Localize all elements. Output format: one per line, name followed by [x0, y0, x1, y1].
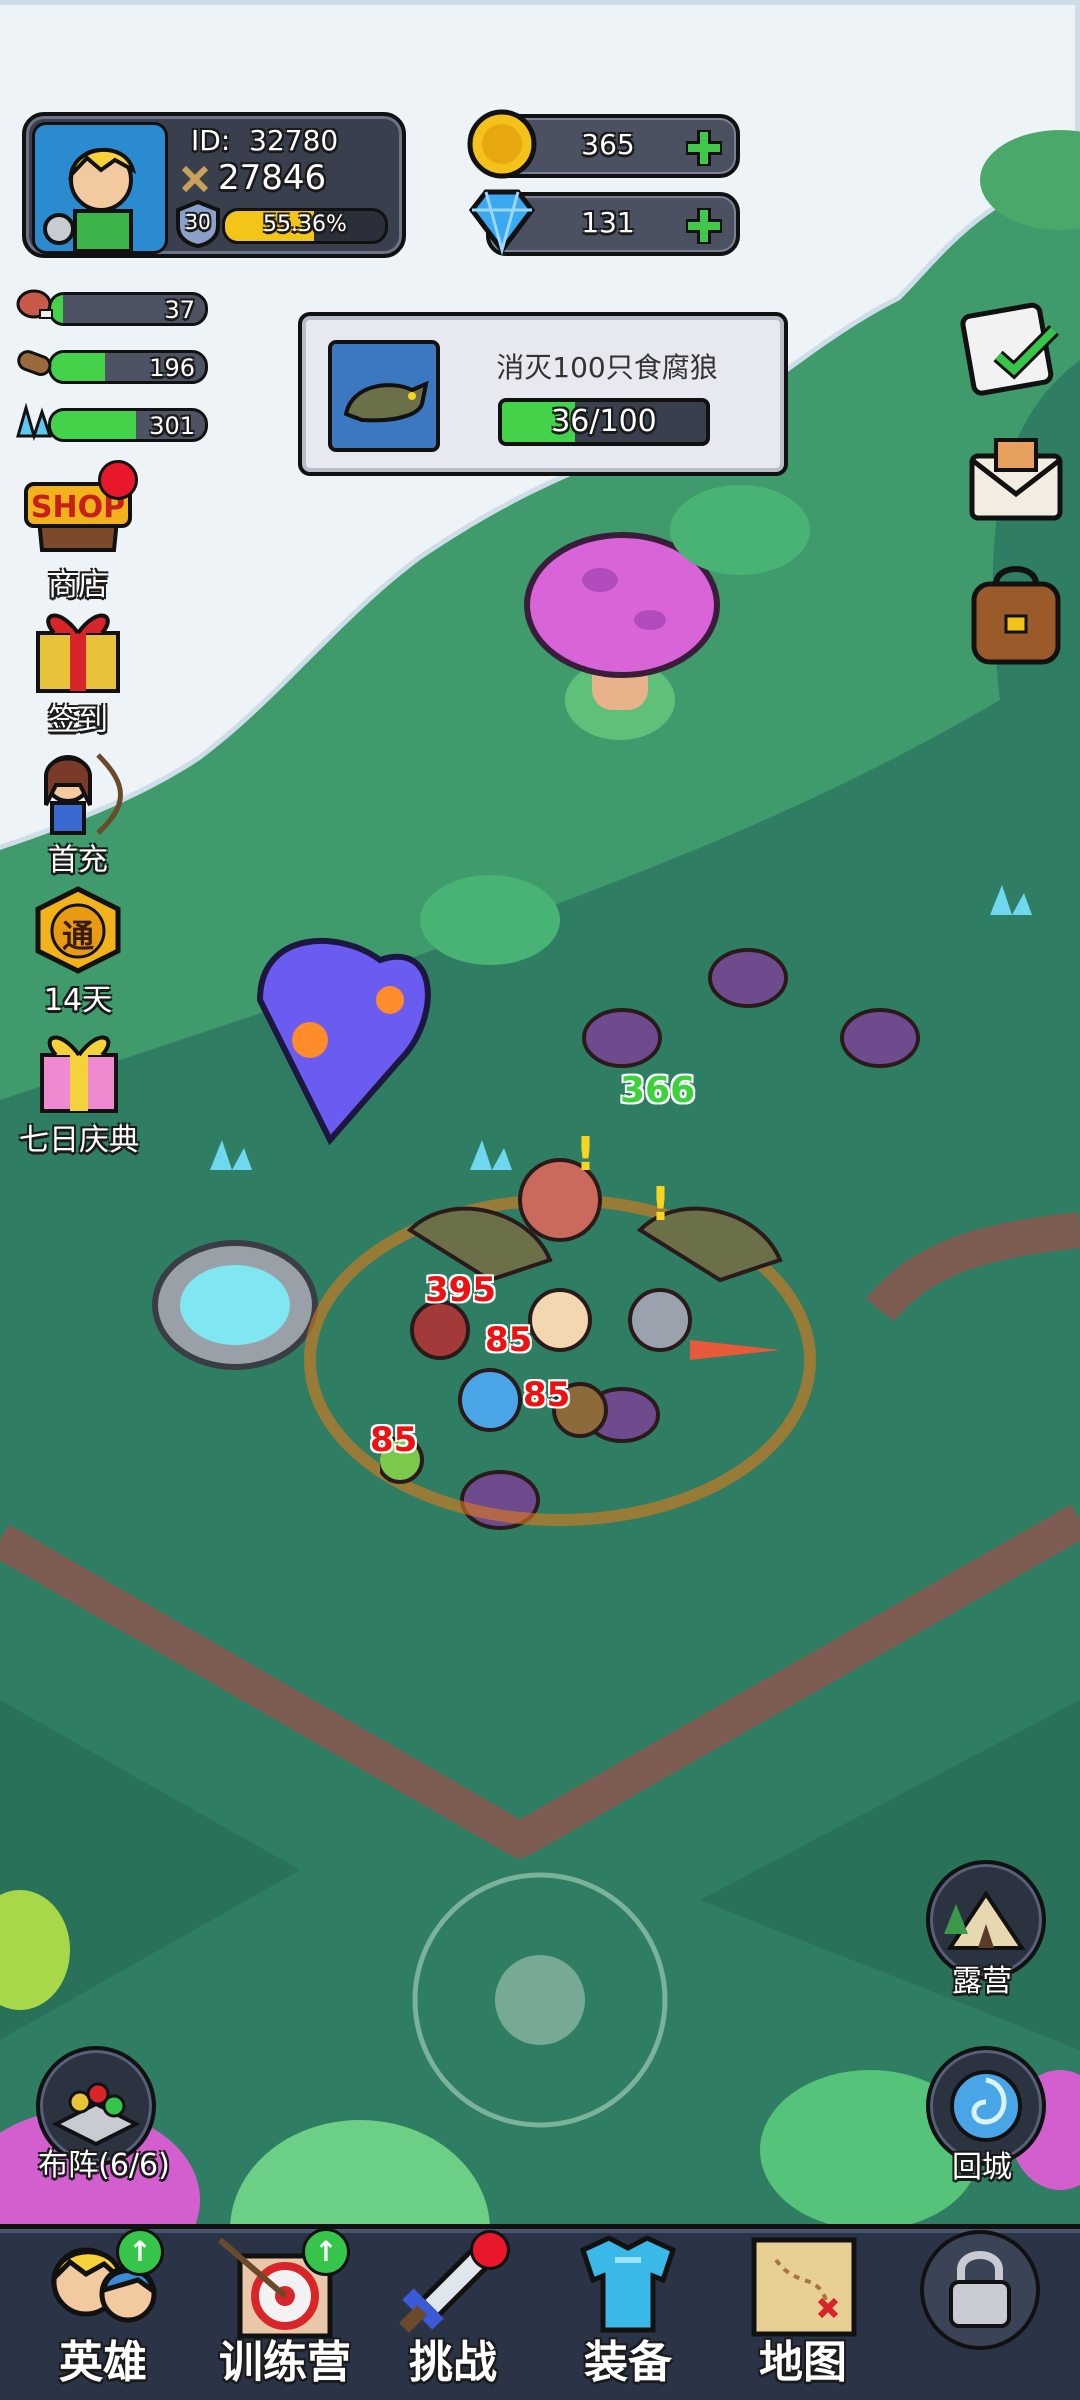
- wolf-icon: [328, 340, 440, 452]
- quest-title: 消灭100只食腐狼: [496, 351, 718, 384]
- seven-day-label: 七日庆典: [19, 1123, 139, 1158]
- game-scene[interactable]: ! ! 366 395 85 85 85 ID: 32780 27846 30: [0, 0, 1080, 2400]
- bag-button[interactable]: [966, 560, 1066, 670]
- meat-icon: [16, 289, 53, 319]
- wood-icon: [17, 350, 52, 376]
- nav-locked[interactable]: [905, 2220, 1055, 2390]
- crystal-icon: [16, 402, 53, 442]
- nav-heroes[interactable]: ↑ 英雄: [28, 2220, 178, 2390]
- task-list-button[interactable]: [958, 290, 1068, 400]
- shop-label: 商店: [48, 568, 108, 603]
- xp-bar: 55.36%: [222, 208, 388, 244]
- level-shield-icon: 30: [176, 199, 220, 249]
- first-charge-label: 首充: [48, 843, 108, 878]
- return-city-label: 回城: [952, 2150, 1012, 2185]
- nav-challenge-label: 挑战: [409, 2337, 497, 2388]
- mail-button[interactable]: [966, 430, 1066, 530]
- resource-wood: 196: [14, 344, 214, 388]
- quest-progress-bar: 36/100: [498, 398, 710, 446]
- nav-heroes-label: 英雄: [59, 2337, 147, 2388]
- add-diamond-button[interactable]: [682, 204, 726, 248]
- player-info-panel[interactable]: ID: 32780 27846 30 55.36%: [22, 112, 406, 258]
- player-id-label: ID:: [191, 124, 231, 157]
- nav-map-label: 地图: [759, 2337, 847, 2388]
- resource-value: 301: [149, 412, 195, 440]
- nav-challenge[interactable]: 挑战: [378, 2220, 528, 2390]
- player-id: ID: 32780: [191, 124, 338, 157]
- resource-value: 196: [149, 354, 195, 382]
- upgrade-arrow-icon: ↑: [116, 2228, 164, 2276]
- svg-text:!: !: [650, 1177, 671, 1231]
- damage-number: 85: [485, 1320, 533, 1360]
- pass-badge-text: 通: [61, 917, 94, 955]
- nav-training[interactable]: ↑ 训练营: [200, 2220, 370, 2390]
- upgrade-arrow-icon: ↑: [302, 2228, 350, 2276]
- gift-icon: [36, 613, 120, 693]
- nav-training-label: 训练营: [219, 2337, 351, 2388]
- heal-number: 366: [620, 1070, 696, 1111]
- damage-number: 395: [425, 1270, 496, 1310]
- pass-label: 14天: [43, 983, 113, 1018]
- quest-panel[interactable]: 消灭100只食腐狼 36/100: [298, 312, 788, 476]
- resource-bar: 37: [48, 292, 208, 326]
- camp-label: 露营: [952, 1964, 1012, 1999]
- damage-number: 85: [370, 1420, 418, 1460]
- resource-meat: 37: [14, 286, 214, 330]
- svg-text:!: !: [575, 1127, 596, 1181]
- formation-label: 布阵(6/6): [38, 2148, 170, 2183]
- first-charge-button[interactable]: 首充: [18, 745, 138, 879]
- seven-day-button[interactable]: 七日庆典: [4, 1025, 154, 1159]
- nav-map[interactable]: 地图: [728, 2220, 878, 2390]
- resource-bar: 196: [48, 350, 208, 384]
- gold-amount: 365: [581, 128, 635, 161]
- resource-bar-fill: [51, 411, 136, 439]
- power-value: 27846: [218, 158, 327, 198]
- player-id-value: 32780: [249, 124, 339, 157]
- checklist-icon: [960, 302, 1059, 396]
- shop-button[interactable]: SHOP 商店: [18, 460, 138, 604]
- nav-equipment-label: 装备: [584, 2337, 672, 2388]
- add-gold-button[interactable]: [682, 126, 726, 170]
- quest-progress-text: 36/100: [551, 404, 657, 439]
- signin-label: 签到: [48, 703, 108, 738]
- plus-icon: [686, 208, 722, 244]
- resource-value: 37: [164, 296, 195, 324]
- mail-icon: [969, 438, 1063, 521]
- signin-button[interactable]: 签到: [18, 605, 138, 739]
- pass-button[interactable]: 通 14天: [18, 885, 138, 1019]
- xp-percent: 55.36%: [263, 212, 347, 237]
- nav-equipment[interactable]: 装备: [553, 2220, 703, 2390]
- resource-bar: 301: [48, 408, 208, 442]
- player-level: 30: [185, 210, 211, 234]
- gold-coin-icon: [466, 108, 538, 180]
- damage-number: 85: [523, 1375, 571, 1415]
- hero-portrait-icon: [43, 147, 137, 253]
- swords-icon: [180, 164, 210, 194]
- diamond-icon: [462, 186, 542, 256]
- avatar[interactable]: [32, 122, 168, 254]
- archer-icon: [44, 753, 123, 835]
- diamond-amount: 131: [581, 206, 635, 239]
- lock-icon: [920, 2230, 1040, 2350]
- notification-dot: [98, 460, 138, 500]
- gift-box-icon: [40, 1035, 118, 1113]
- plus-icon: [686, 130, 722, 166]
- backpack-icon: [971, 566, 1061, 665]
- notification-dot: [470, 2230, 510, 2270]
- resource-bar-fill: [51, 353, 105, 381]
- resource-crystal: 301: [14, 402, 214, 446]
